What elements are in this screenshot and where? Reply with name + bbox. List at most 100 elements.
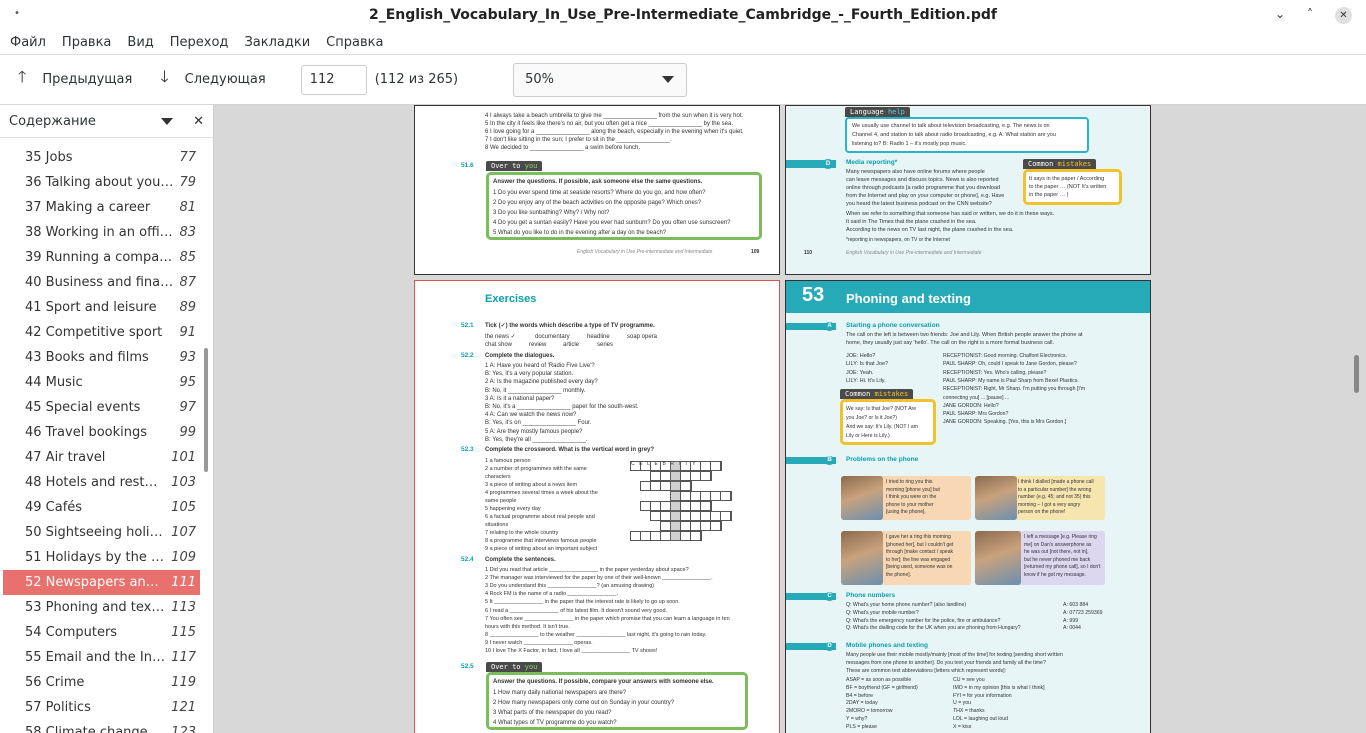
word-item: the news ✓ <box>485 334 516 340</box>
text-line: CU = see you <box>953 677 985 683</box>
text-line: These are common text abbreviations [let… <box>846 668 1007 674</box>
section-letter: A <box>824 322 835 331</box>
toc-item[interactable]: 39 Running a company 85 <box>3 245 200 270</box>
toc-item[interactable]: 43 Books and films 93 <box>3 345 200 370</box>
menu-help[interactable]: Справка <box>326 35 383 50</box>
zoom-select[interactable]: 50% <box>513 62 688 97</box>
box-line: 1 How many daily national newspapers are… <box>493 690 627 696</box>
toc-item[interactable]: 54 Computers 115 <box>3 620 200 645</box>
text-line: JOE: Hello? <box>846 353 876 359</box>
toc-item-title: 47 Air travel <box>25 450 106 465</box>
text-line: 5 It ________________ in the paper that … <box>485 599 680 606</box>
toc-item[interactable]: 37 Making a career 81 <box>3 195 200 220</box>
unit-number: 53 <box>802 284 825 306</box>
toc-item[interactable]: 40 Business and finance 87 <box>3 270 200 295</box>
box-line: 4 Do you get a suntan easily? Have you e… <box>493 220 731 226</box>
text-line: 6 I love going for a ________________ al… <box>485 129 744 135</box>
window-menu-icon[interactable]: • <box>14 8 20 19</box>
section-title: Phone numbers <box>846 592 896 599</box>
text-line: from the Internet and play on your compu… <box>846 193 1005 199</box>
toc-item[interactable]: 49 Cafés 105 <box>3 495 200 520</box>
document-viewer[interactable]: 4 I always take a beach umbrella to give… <box>214 105 1366 733</box>
text-line: RECEPTIONIST: Good morning. Chalfont Ele… <box>943 353 1067 359</box>
menu-bookmarks[interactable]: Закладки <box>244 35 310 50</box>
menu-edit[interactable]: Правка <box>62 35 111 50</box>
toc-item[interactable]: 55 Email and the Inter... 117 <box>3 645 200 670</box>
text-line: A: 999 <box>1063 617 1078 624</box>
toc-item-page: 93 <box>179 350 196 365</box>
toc-item[interactable]: 42 Competitive sport 91 <box>3 320 200 345</box>
text-line: A: 603 884 <box>1063 602 1089 608</box>
language-help-box: We usually use channel to talk about tel… <box>845 117 1089 153</box>
toc-item[interactable]: 36 Talking about your ... 79 <box>3 170 200 195</box>
text-line: THX = thanks <box>953 708 985 715</box>
text-line: 3 a piece of writing about a news item <box>485 482 578 488</box>
toolbar: 🡑 Предыдущая 🡓 Следующая 112 (112 из 265… <box>0 55 1366 105</box>
maximize-icon[interactable]: ˄ <box>1307 7 1313 24</box>
over-to-you-box: Answer the questions. If possible, ask s… <box>486 172 762 240</box>
toc-item-page: 77 <box>179 150 196 165</box>
box-line: We usually use channel to talk about tel… <box>852 123 1050 129</box>
toc-item[interactable]: 46 Travel bookings 99 <box>3 420 200 445</box>
text-line: FYI = for your information <box>953 692 1012 699</box>
text-line: X = kiss <box>953 723 972 730</box>
text-line: B: Yes, it's on ________________ Four. <box>485 420 592 427</box>
chevron-down-icon[interactable] <box>161 117 174 125</box>
page-number: 110 <box>804 250 813 256</box>
minimize-icon[interactable]: ⌄ <box>1275 7 1285 24</box>
page-number-input[interactable]: 112 <box>300 64 367 95</box>
close-icon[interactable]: ✕ <box>193 114 204 129</box>
toc-item[interactable]: 51 Holidays by the sea 109 <box>3 545 200 570</box>
page-footer: English Vocabulary in Use Pre-intermedia… <box>577 249 713 255</box>
menu-file[interactable]: Файл <box>10 35 46 50</box>
toc-item[interactable]: 50 Sightseeing holidays 107 <box>3 520 200 545</box>
unit-title: Phoning and texting <box>846 291 971 306</box>
toc-item[interactable]: 35 Jobs 77 <box>3 145 200 170</box>
menu-go[interactable]: Переход <box>170 35 229 50</box>
next-label: Следующая <box>184 72 266 87</box>
toc-item-title: 44 Music <box>25 375 83 390</box>
box-line: 2 How many newspapers only come out on S… <box>493 700 675 706</box>
sidebar-mode-select[interactable]: Содержание <box>9 114 161 129</box>
toc-item-page: 79 <box>179 175 196 190</box>
section-number: 52.5 <box>461 663 474 670</box>
toc-item[interactable]: 45 Special events 97 <box>3 395 200 420</box>
close-window-icon[interactable]: ✕ <box>1335 7 1352 24</box>
toc-item-page: 107 <box>171 525 196 540</box>
window-title: 2_English_Vocabulary_In_Use_Pre-Intermed… <box>369 7 997 23</box>
sidebar-scrollbar[interactable] <box>204 348 208 472</box>
exercise-heading: Complete the crossword. What is the vert… <box>485 447 655 453</box>
text-line: 4 Rock FM is the name of a radio _______… <box>485 591 619 598</box>
text-line: 2 A: Is the magazine published every day… <box>485 379 598 386</box>
table-of-contents[interactable]: 35 Jobs 77 36 Talking about your ... 79 37 M… <box>3 138 200 733</box>
toc-item[interactable]: 53 Phoning and texting 113 <box>3 595 200 620</box>
text-line: When we refer to something that someone … <box>846 211 1055 217</box>
previous-label: Предыдущая <box>42 72 133 87</box>
box-line: 5 What do you like to do in the evening … <box>493 230 667 236</box>
text-line: 1 Did you read that article ____________… <box>485 567 689 573</box>
exercise-heading: Complete the dialogues. <box>485 353 555 359</box>
menu-view[interactable]: Вид <box>127 35 153 50</box>
toc-item[interactable]: 41 Sport and leisure 89 <box>3 295 200 320</box>
text-line: 6 I read a ________________ of his lates… <box>485 607 668 614</box>
viewer-scrollbar[interactable] <box>1354 355 1359 393</box>
toc-item[interactable]: 57 Politics 121 <box>3 695 200 720</box>
section-title: Starting a phone conversation <box>846 322 940 329</box>
toc-item[interactable]: 47 Air travel 101 <box>3 445 200 470</box>
box-line: in the paper … ) <box>1029 192 1069 198</box>
toc-item[interactable]: 38 Working in an office 83 <box>3 220 200 245</box>
text-line: Q: What's the dialling code for the UK w… <box>846 625 1021 632</box>
box-heading: Answer the questions. If possible, compa… <box>493 679 714 685</box>
text-line: The call on the left is between two frie… <box>846 332 1083 338</box>
toc-item[interactable]: 52 Newspapers and te... 111 <box>3 570 200 595</box>
text-line: We say: Is that Joe? (NOT Are <box>846 406 917 412</box>
section-number: 52.2 <box>461 352 474 359</box>
next-page-button[interactable]: 🡓 Следующая <box>160 66 265 93</box>
toc-item[interactable]: 44 Music 95 <box>3 370 200 395</box>
toc-item[interactable]: 58 Climate change 123 <box>3 720 200 733</box>
toc-item[interactable]: 56 Crime 119 <box>3 670 200 695</box>
previous-page-button[interactable]: 🡑 Предыдущая <box>18 66 132 93</box>
toc-item[interactable]: 48 Hotels and restaur... 103 <box>3 470 200 495</box>
text-line: connecting you] ... [pause] ... <box>943 394 1010 401</box>
text-line: can leave messages and discuss topics. N… <box>846 177 999 183</box>
